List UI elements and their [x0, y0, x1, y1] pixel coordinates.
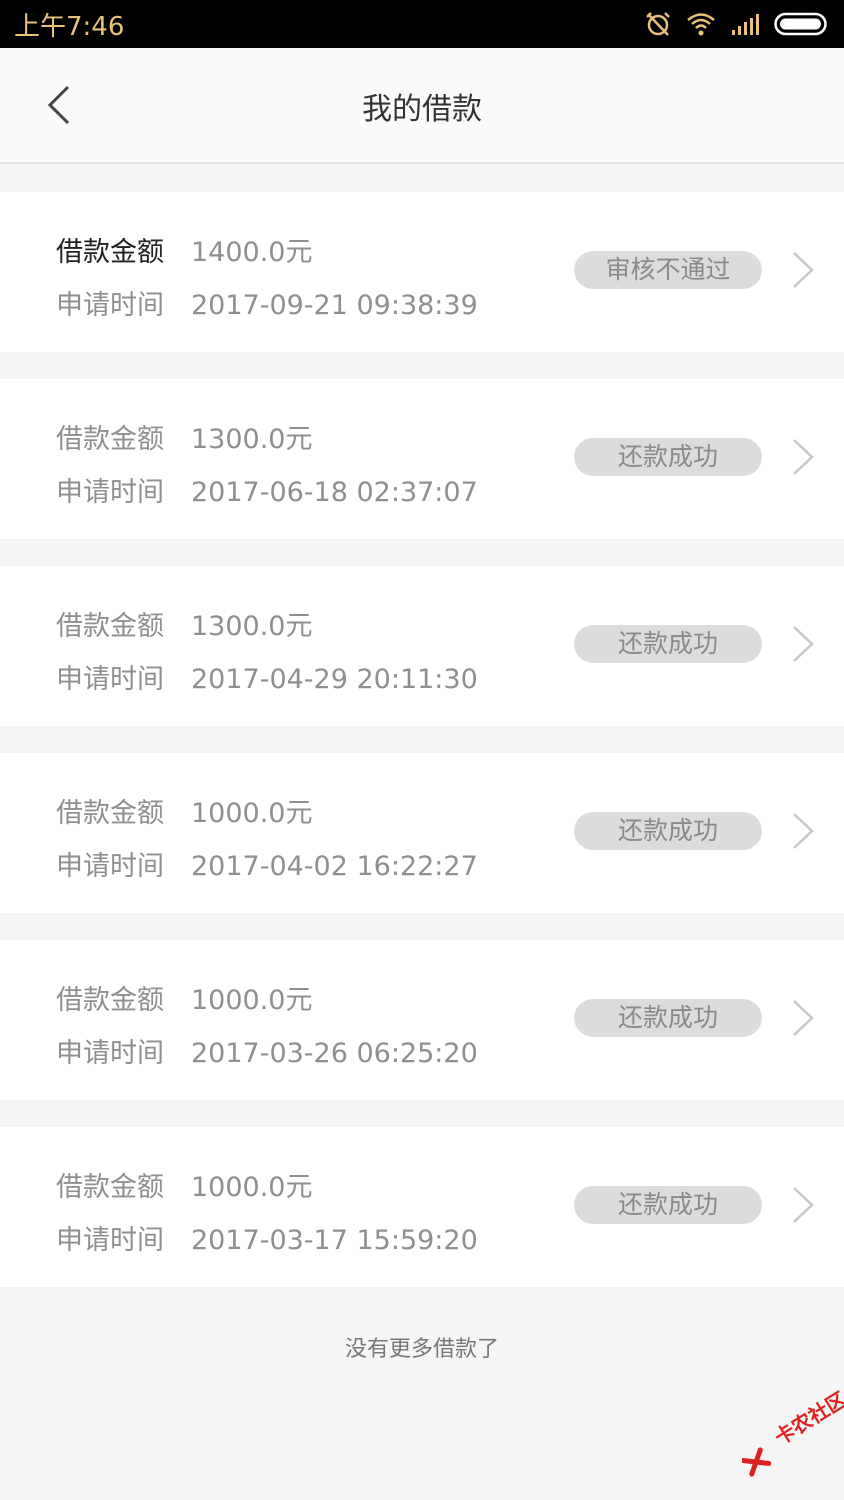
time-row: 申请时间 2017-06-18 02:37:07 [56, 470, 478, 509]
time-value: 2017-04-02 16:22:27 [191, 851, 478, 882]
loan-item[interactable]: 借款金额 1300.0元 申请时间 2017-04-29 20:11:30 还款成功 [0, 566, 844, 726]
battery-icon [774, 12, 827, 36]
chevron-right-icon [793, 626, 814, 662]
amount-value: 1300.0元 [191, 611, 313, 642]
status-badge: 还款成功 [574, 812, 762, 850]
amount-row: 借款金额 1000.0元 [56, 978, 312, 1017]
alarm-off-icon [646, 12, 670, 36]
chevron-right-icon [793, 1187, 814, 1223]
status-badge: 还款成功 [574, 1186, 762, 1224]
status-badge: 还款成功 [574, 625, 762, 663]
time-label: 申请时间 [56, 290, 164, 321]
time-row: 申请时间 2017-04-29 20:11:30 [56, 657, 478, 696]
time-label: 申请时间 [56, 664, 164, 695]
chevron-right-icon [793, 252, 814, 288]
time-row: 申请时间 2017-03-17 15:59:20 [56, 1218, 478, 1257]
loan-list: 借款金额 1400.0元 申请时间 2017-09-21 09:38:39 审核不通… [0, 192, 844, 1314]
amount-label: 借款金额 [56, 424, 164, 455]
status-time: 上午7:46 [14, 11, 125, 42]
status-badge: 还款成功 [574, 438, 762, 476]
amount-label: 借款金额 [56, 611, 164, 642]
time-row: 申请时间 2017-04-02 16:22:27 [56, 844, 478, 883]
time-row: 申请时间 2017-09-21 09:38:39 [56, 283, 478, 322]
wifi-icon [687, 13, 715, 36]
signal-icon [732, 14, 759, 35]
time-row: 申请时间 2017-03-26 06:25:20 [56, 1031, 478, 1070]
time-value: 2017-04-29 20:11:30 [191, 664, 478, 695]
loan-item[interactable]: 借款金额 1300.0元 申请时间 2017-06-18 02:37:07 还款成功 [0, 379, 844, 539]
app-header: 我的借款 [0, 48, 844, 164]
amount-label: 借款金额 [56, 1172, 164, 1203]
amount-value: 1300.0元 [191, 424, 313, 455]
loan-item[interactable]: 借款金额 1000.0元 申请时间 2017-04-02 16:22:27 还款成功 [0, 753, 844, 913]
amount-row: 借款金额 1000.0元 [56, 1165, 312, 1204]
time-value: 2017-03-17 15:59:20 [191, 1225, 478, 1256]
loan-item[interactable]: 借款金额 1000.0元 申请时间 2017-03-17 15:59:20 还款成功 [0, 1127, 844, 1287]
page-title: 我的借款 [362, 92, 482, 127]
amount-label: 借款金额 [56, 798, 164, 829]
chevron-right-icon [793, 1000, 814, 1036]
amount-value: 1000.0元 [191, 1172, 313, 1203]
amount-value: 1400.0元 [191, 237, 313, 268]
time-value: 2017-03-26 06:25:20 [191, 1038, 478, 1069]
time-value: 2017-09-21 09:38:39 [191, 290, 478, 321]
time-label: 申请时间 [56, 477, 164, 508]
loan-item[interactable]: 借款金额 1400.0元 申请时间 2017-09-21 09:38:39 审核不通… [0, 192, 844, 352]
chevron-right-icon [793, 439, 814, 475]
amount-row: 借款金额 1300.0元 [56, 417, 312, 456]
status-bar: 上午7:46 [0, 0, 844, 48]
amount-value: 1000.0元 [191, 985, 313, 1016]
time-label: 申请时间 [56, 851, 164, 882]
no-more-loans-text: 没有更多借款了 [344, 1337, 499, 1362]
amount-label: 借款金额 [56, 985, 164, 1016]
time-label: 申请时间 [56, 1225, 164, 1256]
amount-row: 借款金额 1400.0元 [56, 230, 312, 269]
status-badge: 审核不通过 [574, 251, 762, 289]
chevron-right-icon [793, 813, 814, 849]
time-value: 2017-06-18 02:37:07 [191, 477, 478, 508]
status-icons [644, 10, 830, 38]
amount-row: 借款金额 1000.0元 [56, 791, 312, 830]
amount-row: 借款金额 1300.0元 [56, 604, 312, 643]
amount-label: 借款金额 [56, 237, 164, 268]
status-badge: 还款成功 [574, 999, 762, 1037]
loan-item[interactable]: 借款金额 1000.0元 申请时间 2017-03-26 06:25:20 还款成功 [0, 940, 844, 1100]
amount-value: 1000.0元 [191, 798, 313, 829]
time-label: 申请时间 [56, 1038, 164, 1069]
